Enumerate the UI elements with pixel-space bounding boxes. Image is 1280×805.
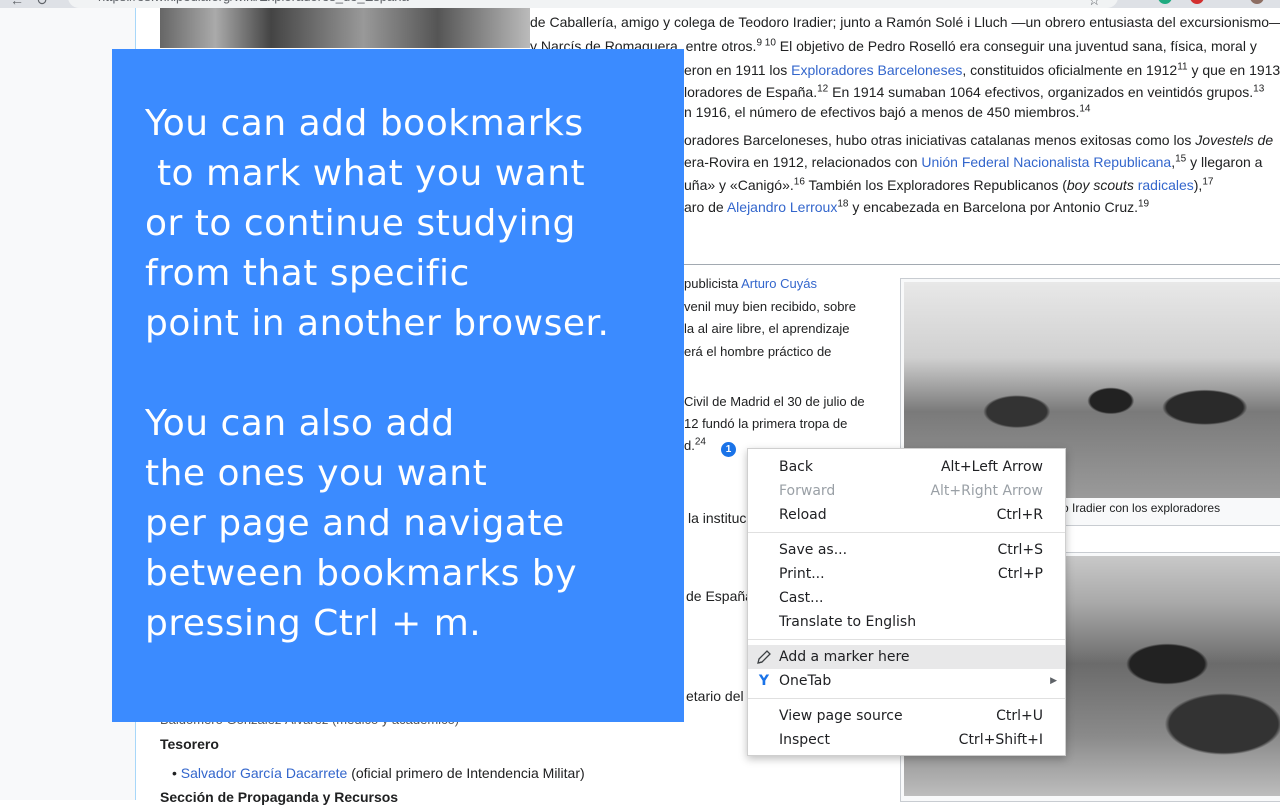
chevron-right-icon: ▶	[1050, 669, 1057, 693]
menu-separator	[748, 639, 1065, 640]
menu-item-translate[interactable]: Translate to English	[748, 610, 1065, 634]
article-line: erá el hombre práctico de	[684, 340, 831, 364]
overlay-line: between bookmarks by	[145, 553, 577, 594]
article-image	[160, 8, 530, 48]
overlay-line: per page and navigate	[145, 503, 565, 544]
article-line: aro de Alejandro Lerroux18 y encabezada …	[684, 195, 1149, 219]
article-line: venil muy bien recibido, sobre	[684, 295, 856, 319]
overlay-line: You can also add	[145, 403, 455, 444]
article-line: d.24	[684, 434, 706, 458]
article-line: era-Rovira en 1912, relacionados con Uni…	[684, 150, 1262, 174]
article-fragment: de España	[686, 588, 753, 604]
extension-icon[interactable]	[1190, 0, 1204, 4]
back-icon[interactable]: ←	[10, 0, 24, 8]
extension-icon[interactable]	[1158, 0, 1172, 4]
article-line: Civil de Madrid el 30 de julio de	[684, 390, 865, 414]
menu-item-inspect[interactable]: InspectCtrl+Shift+I	[748, 728, 1065, 752]
article-line: publicista Arturo Cuyás	[684, 272, 817, 296]
article-line: eron en 1911 los Exploradores Barcelones…	[684, 58, 1280, 82]
overlay-line: pressing Ctrl + m.	[145, 603, 481, 644]
menu-item-reload[interactable]: ReloadCtrl+R	[748, 503, 1065, 527]
menu-item-save-as[interactable]: Save as...Ctrl+S	[748, 538, 1065, 562]
reload-icon[interactable]: ↻	[36, 0, 48, 8]
avatar[interactable]	[1250, 0, 1264, 4]
link-lerroux[interactable]: Alejandro Lerroux	[727, 199, 838, 215]
info-overlay: You can add bookmarks to mark what you w…	[112, 49, 684, 722]
menu-item-cast[interactable]: Cast...	[748, 586, 1065, 610]
menu-separator	[748, 532, 1065, 533]
divider	[684, 264, 1280, 265]
browser-toolbar: ← ↻ https://es.wikipedia.org/wiki/Explor…	[0, 0, 1280, 8]
article-line: n 1916, el número de efectivos bajó a me…	[684, 100, 1090, 124]
menu-item-view-source[interactable]: View page sourceCtrl+U	[748, 704, 1065, 728]
address-bar[interactable]: https://es.wikipedia.org/wiki/Explorador…	[68, 0, 1118, 8]
onetab-icon: Y	[754, 669, 774, 693]
menu-separator	[748, 698, 1065, 699]
section-heading: Sección de Propaganda y Recursos	[160, 789, 398, 805]
list-item: • Salvador García Dacarrete (oficial pri…	[172, 765, 585, 781]
article-line: 12 fundó la primera tropa de	[684, 412, 847, 436]
overlay-line: You can add bookmarks	[145, 103, 584, 144]
article-line: oradores Barceloneses, hubo otras inicia…	[684, 128, 1273, 152]
overlay-line: point in another browser.	[145, 303, 609, 344]
overlay-line: to mark what you want	[145, 153, 585, 194]
article-line: uña» y «Canigó».16 También los Explorado…	[684, 173, 1213, 197]
overlay-line: or to continue studying	[145, 203, 576, 244]
marker-badge[interactable]: 1	[721, 442, 736, 457]
star-icon[interactable]: ☆	[1088, 0, 1101, 8]
link-ufnr[interactable]: Unión Federal Nacionalista Republicana	[921, 154, 1171, 170]
overlay-line: the ones you want	[145, 453, 487, 494]
menu-item-print[interactable]: Print...Ctrl+P	[748, 562, 1065, 586]
context-menu: BackAlt+Left Arrow ForwardAlt+Right Arro…	[747, 448, 1066, 756]
menu-item-forward: ForwardAlt+Right Arrow	[748, 479, 1065, 503]
menu-item-back[interactable]: BackAlt+Left Arrow	[748, 455, 1065, 479]
menu-item-add-marker[interactable]: Add a marker here	[748, 645, 1065, 669]
link-garcia-dacarrete[interactable]: Salvador García Dacarrete	[181, 765, 348, 781]
image-caption: o Iradier con los exploradores	[1062, 501, 1220, 515]
link-exploradores-barceloneses[interactable]: Exploradores Barceloneses	[791, 62, 962, 78]
article-line: la al aire libre, el aprendizaje	[684, 317, 849, 341]
overlay-line: from that specific	[145, 253, 470, 294]
article-line: de Caballería, amigo y colega de Teodoro…	[530, 10, 1280, 34]
bullet-icon: •	[172, 765, 177, 781]
link-radicales[interactable]: radicales	[1134, 177, 1194, 193]
section-heading: Tesorero	[160, 736, 219, 752]
link-arturo-cuyas[interactable]: Arturo Cuyás	[741, 276, 817, 291]
menu-item-onetab[interactable]: Y OneTab ▶	[748, 669, 1065, 693]
